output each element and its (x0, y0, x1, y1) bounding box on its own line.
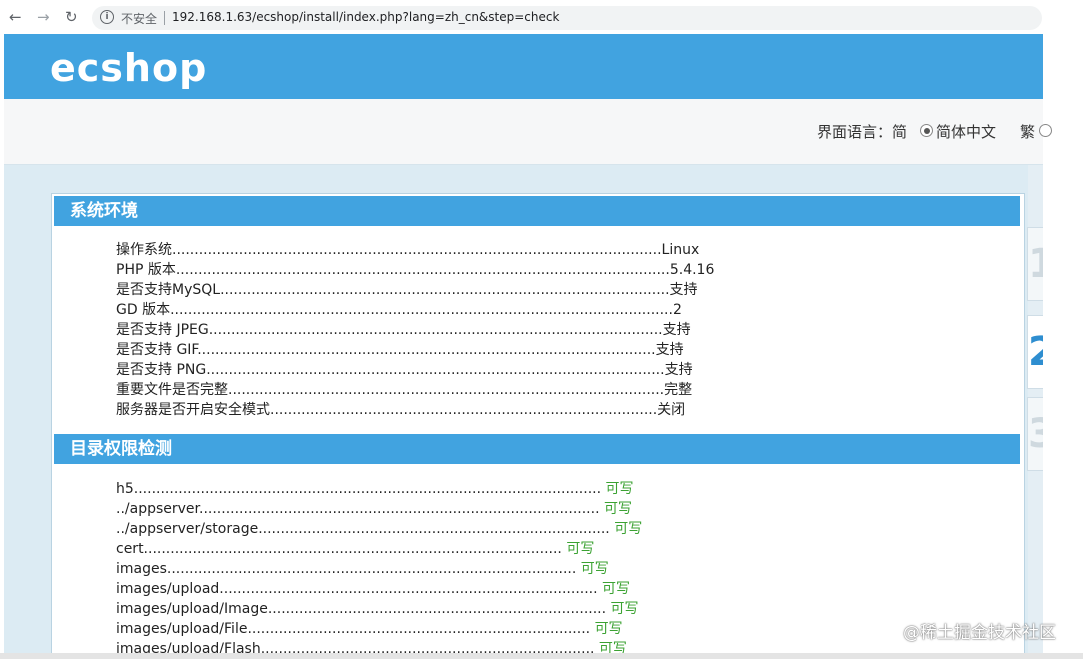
perm-row: h5......................................… (116, 480, 634, 498)
perm-path: ../appserver/storage....................… (116, 521, 610, 537)
perm-row: images/upload/File......................… (116, 620, 623, 638)
forward-icon[interactable]: → (37, 8, 50, 26)
language-label: 界面语言：简 (817, 123, 908, 141)
env-row: 是否支持 PNG................................… (116, 362, 693, 378)
perm-status: 可写 (605, 481, 634, 497)
security-label[interactable]: 不安全 (121, 10, 157, 27)
perm-status: 可写 (602, 581, 631, 597)
perm-path: images/upload/File......................… (116, 621, 591, 637)
perm-row: images..................................… (116, 560, 609, 578)
install-content: 系统环境 操作系统...............................… (4, 165, 1043, 659)
perm-path: ../appserver............................… (116, 501, 600, 517)
address-bar[interactable]: i 不安全 192.168.1.63/ecshop/install/index.… (92, 6, 1042, 30)
step-tab-2: 2 (1027, 315, 1043, 389)
perm-status: 可写 (594, 621, 623, 637)
language-bar: 界面语言：简 简体中文 繁 (4, 99, 1052, 165)
perm-row: images/upload/Image.....................… (116, 600, 639, 618)
perm-status: 可写 (614, 521, 643, 537)
divider (164, 11, 165, 25)
check-panel: 系统环境 操作系统...............................… (51, 193, 1025, 659)
watermark: @稀土掘金技术社区 (903, 623, 1056, 643)
perm-status: 可写 (610, 601, 639, 617)
step-tab-1: 1 (1027, 227, 1043, 301)
language-option-simplified[interactable]: 简体中文 (936, 121, 996, 142)
radio-simplified[interactable] (920, 124, 933, 137)
section-title-system: 系统环境 (54, 196, 1020, 226)
env-row: GD 版本...................................… (116, 302, 682, 318)
perm-status: 可写 (566, 541, 595, 557)
env-row: 操作系统....................................… (116, 242, 700, 258)
env-row: 是否支持MySQL...............................… (116, 282, 698, 298)
browser-toolbar: ← → ↻ i 不安全 192.168.1.63/ecshop/install/… (0, 0, 1083, 34)
perm-status: 可写 (580, 561, 609, 577)
env-row: PHP 版本..................................… (116, 262, 715, 278)
horizontal-scrollbar[interactable] (0, 653, 1083, 659)
step-tab-3: 3 (1027, 397, 1043, 471)
page-header: ecshop (4, 34, 1043, 99)
back-icon[interactable]: ← (9, 8, 22, 26)
perm-status: 可写 (603, 501, 632, 517)
language-option-traditional[interactable]: 繁 (1020, 121, 1035, 142)
perm-row: ../appserver/storage....................… (116, 520, 642, 538)
perm-path: cert....................................… (116, 541, 562, 557)
perm-path: h5......................................… (116, 481, 602, 497)
perm-row: images/upload...........................… (116, 580, 630, 598)
env-row: 重要文件是否完整................................… (116, 382, 693, 398)
info-icon[interactable]: i (100, 10, 114, 24)
url-text[interactable]: 192.168.1.63/ecshop/install/index.php?la… (172, 10, 559, 24)
env-row: 是否支持 GIF................................… (116, 342, 684, 358)
reload-icon[interactable]: ↻ (65, 8, 78, 26)
perm-path: images/upload/Image.....................… (116, 601, 607, 617)
perm-path: images..................................… (116, 561, 577, 577)
perm-row: cert....................................… (116, 540, 594, 558)
perm-row: ../appserver............................… (116, 500, 632, 518)
section-title-permissions: 目录权限检测 (54, 434, 1020, 464)
env-row: 服务器是否开启安全模式.............................… (116, 402, 686, 418)
env-row: 是否支持 JPEG...............................… (116, 322, 691, 338)
ecshop-logo: ecshop (50, 46, 208, 90)
radio-traditional[interactable] (1039, 124, 1052, 137)
perm-path: images/upload...........................… (116, 581, 598, 597)
